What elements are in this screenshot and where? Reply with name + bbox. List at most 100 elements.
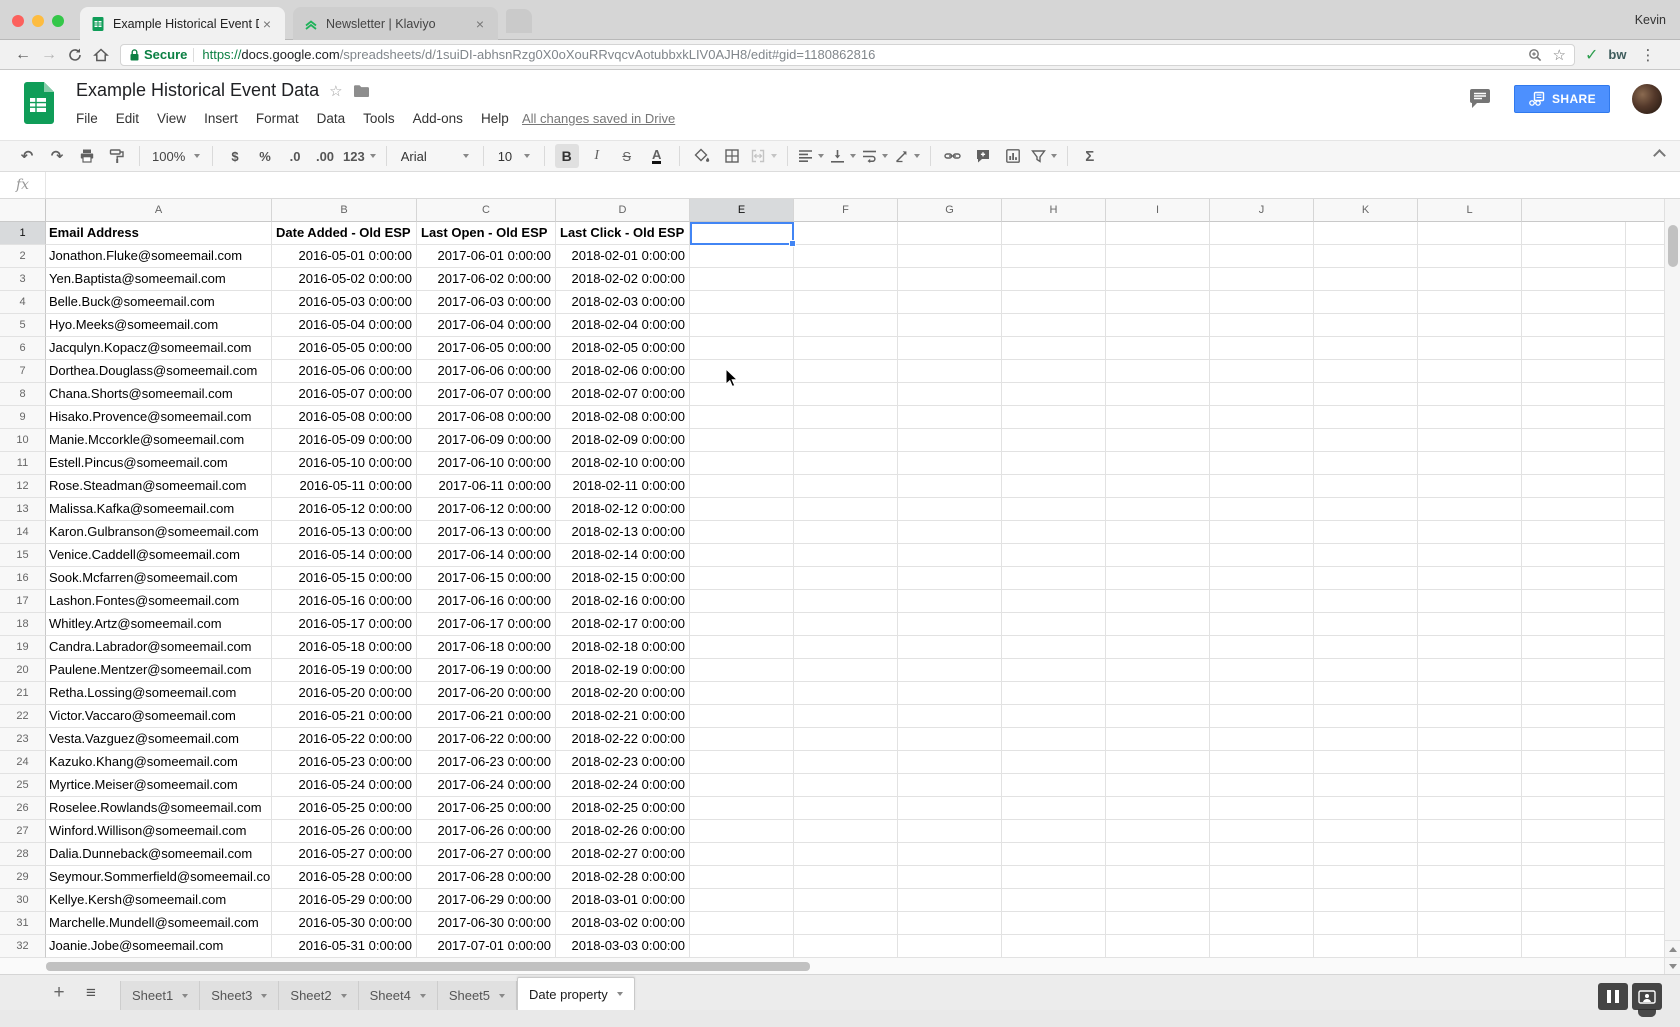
cell-D32[interactable]: 2018-03-03 0:00:00 bbox=[556, 935, 690, 958]
column-header-I[interactable]: I bbox=[1106, 199, 1210, 222]
cell-K14[interactable] bbox=[1314, 521, 1418, 544]
fill-handle[interactable] bbox=[789, 240, 796, 247]
font-size-select[interactable]: 10 bbox=[494, 144, 534, 168]
cell-J26[interactable] bbox=[1210, 797, 1314, 820]
cell-I30[interactable] bbox=[1106, 889, 1210, 912]
cell-E2[interactable] bbox=[690, 245, 794, 268]
star-document-icon[interactable]: ☆ bbox=[329, 82, 342, 100]
cell-I4[interactable] bbox=[1106, 291, 1210, 314]
cell-A5[interactable]: Hyo.Meeks@someemail.com bbox=[46, 314, 272, 337]
cell-L9[interactable] bbox=[1418, 406, 1522, 429]
cell-F18[interactable] bbox=[794, 613, 898, 636]
cell-L11[interactable] bbox=[1418, 452, 1522, 475]
cell-K21[interactable] bbox=[1314, 682, 1418, 705]
row-header-8[interactable]: 8 bbox=[0, 383, 46, 406]
cell-L20[interactable] bbox=[1418, 659, 1522, 682]
cell-L25[interactable] bbox=[1418, 774, 1522, 797]
insert-link-button[interactable] bbox=[941, 144, 965, 168]
row-header-25[interactable]: 25 bbox=[0, 774, 46, 797]
cell-I19[interactable] bbox=[1106, 636, 1210, 659]
cell-E9[interactable] bbox=[690, 406, 794, 429]
row-header-27[interactable]: 27 bbox=[0, 820, 46, 843]
cell-K13[interactable] bbox=[1314, 498, 1418, 521]
cell-A16[interactable]: Sook.Mcfarren@someemail.com bbox=[46, 567, 272, 590]
cell-H27[interactable] bbox=[1002, 820, 1106, 843]
cell-F8[interactable] bbox=[794, 383, 898, 406]
cell-B3[interactable]: 2016-05-02 0:00:00 bbox=[272, 268, 417, 291]
borders-button[interactable] bbox=[720, 144, 744, 168]
cell-E3[interactable] bbox=[690, 268, 794, 291]
row-header-19[interactable]: 19 bbox=[0, 636, 46, 659]
zoom-select[interactable]: 100% bbox=[150, 144, 202, 168]
cell-A2[interactable]: Jonathon.Fluke@someemail.com bbox=[46, 245, 272, 268]
cell-K29[interactable] bbox=[1314, 866, 1418, 889]
tab-close-icon[interactable]: × bbox=[472, 16, 488, 32]
cell-D4[interactable]: 2018-02-03 0:00:00 bbox=[556, 291, 690, 314]
cell-A1[interactable]: Email Address bbox=[46, 222, 272, 245]
cell-C11[interactable]: 2017-06-10 0:00:00 bbox=[417, 452, 556, 475]
cell-I2[interactable] bbox=[1106, 245, 1210, 268]
redo-button[interactable]: ↷ bbox=[45, 144, 69, 168]
bookmark-star-icon[interactable]: ☆ bbox=[1553, 46, 1566, 64]
row-header-9[interactable]: 9 bbox=[0, 406, 46, 429]
cell-K23[interactable] bbox=[1314, 728, 1418, 751]
cell-J19[interactable] bbox=[1210, 636, 1314, 659]
cell-K22[interactable] bbox=[1314, 705, 1418, 728]
cell-I10[interactable] bbox=[1106, 429, 1210, 452]
cell-C29[interactable]: 2017-06-28 0:00:00 bbox=[417, 866, 556, 889]
browser-tab-klaviyo[interactable]: Newsletter | Klaviyo × bbox=[293, 7, 498, 40]
cell-I13[interactable] bbox=[1106, 498, 1210, 521]
cell-H5[interactable] bbox=[1002, 314, 1106, 337]
cell-B31[interactable]: 2016-05-30 0:00:00 bbox=[272, 912, 417, 935]
cell-D1[interactable]: Last Click - Old ESP bbox=[556, 222, 690, 245]
cell-L8[interactable] bbox=[1418, 383, 1522, 406]
cell-K32[interactable] bbox=[1314, 935, 1418, 958]
cell-B6[interactable]: 2016-05-05 0:00:00 bbox=[272, 337, 417, 360]
cell-D3[interactable]: 2018-02-02 0:00:00 bbox=[556, 268, 690, 291]
cell-K12[interactable] bbox=[1314, 475, 1418, 498]
cell-B5[interactable]: 2016-05-04 0:00:00 bbox=[272, 314, 417, 337]
italic-button[interactable]: I bbox=[585, 144, 609, 168]
cell-K30[interactable] bbox=[1314, 889, 1418, 912]
sheet-tab-sheet2[interactable]: Sheet2 bbox=[279, 981, 358, 1010]
cell-G20[interactable] bbox=[898, 659, 1002, 682]
cell-J27[interactable] bbox=[1210, 820, 1314, 843]
cell-D17[interactable]: 2018-02-16 0:00:00 bbox=[556, 590, 690, 613]
row-header-23[interactable]: 23 bbox=[0, 728, 46, 751]
column-header-L[interactable]: L bbox=[1418, 199, 1522, 222]
cell-H26[interactable] bbox=[1002, 797, 1106, 820]
cell-G29[interactable] bbox=[898, 866, 1002, 889]
scroll-up-button[interactable] bbox=[1665, 940, 1680, 957]
cell-J6[interactable] bbox=[1210, 337, 1314, 360]
cell-F2[interactable] bbox=[794, 245, 898, 268]
cell-F5[interactable] bbox=[794, 314, 898, 337]
cell-H11[interactable] bbox=[1002, 452, 1106, 475]
cell-I32[interactable] bbox=[1106, 935, 1210, 958]
cell-I27[interactable] bbox=[1106, 820, 1210, 843]
cell-F22[interactable] bbox=[794, 705, 898, 728]
cell-H30[interactable] bbox=[1002, 889, 1106, 912]
cell-I18[interactable] bbox=[1106, 613, 1210, 636]
cell-G27[interactable] bbox=[898, 820, 1002, 843]
cell-F4[interactable] bbox=[794, 291, 898, 314]
cell-K17[interactable] bbox=[1314, 590, 1418, 613]
cell-F30[interactable] bbox=[794, 889, 898, 912]
cell-C10[interactable]: 2017-06-09 0:00:00 bbox=[417, 429, 556, 452]
cell-D31[interactable]: 2018-03-02 0:00:00 bbox=[556, 912, 690, 935]
print-button[interactable] bbox=[75, 144, 99, 168]
cell-E14[interactable] bbox=[690, 521, 794, 544]
column-header-G[interactable]: G bbox=[898, 199, 1002, 222]
cell-G19[interactable] bbox=[898, 636, 1002, 659]
cell-J29[interactable] bbox=[1210, 866, 1314, 889]
cell-J10[interactable] bbox=[1210, 429, 1314, 452]
cell-A11[interactable]: Estell.Pincus@someemail.com bbox=[46, 452, 272, 475]
cell-L10[interactable] bbox=[1418, 429, 1522, 452]
cell-D23[interactable]: 2018-02-22 0:00:00 bbox=[556, 728, 690, 751]
cell-C32[interactable]: 2017-07-01 0:00:00 bbox=[417, 935, 556, 958]
cell-D9[interactable]: 2018-02-08 0:00:00 bbox=[556, 406, 690, 429]
cell-E24[interactable] bbox=[690, 751, 794, 774]
column-header-D[interactable]: D bbox=[556, 199, 690, 222]
browser-profile-name[interactable]: Kevin bbox=[1635, 13, 1666, 27]
cell-L30[interactable] bbox=[1418, 889, 1522, 912]
cell-F26[interactable] bbox=[794, 797, 898, 820]
